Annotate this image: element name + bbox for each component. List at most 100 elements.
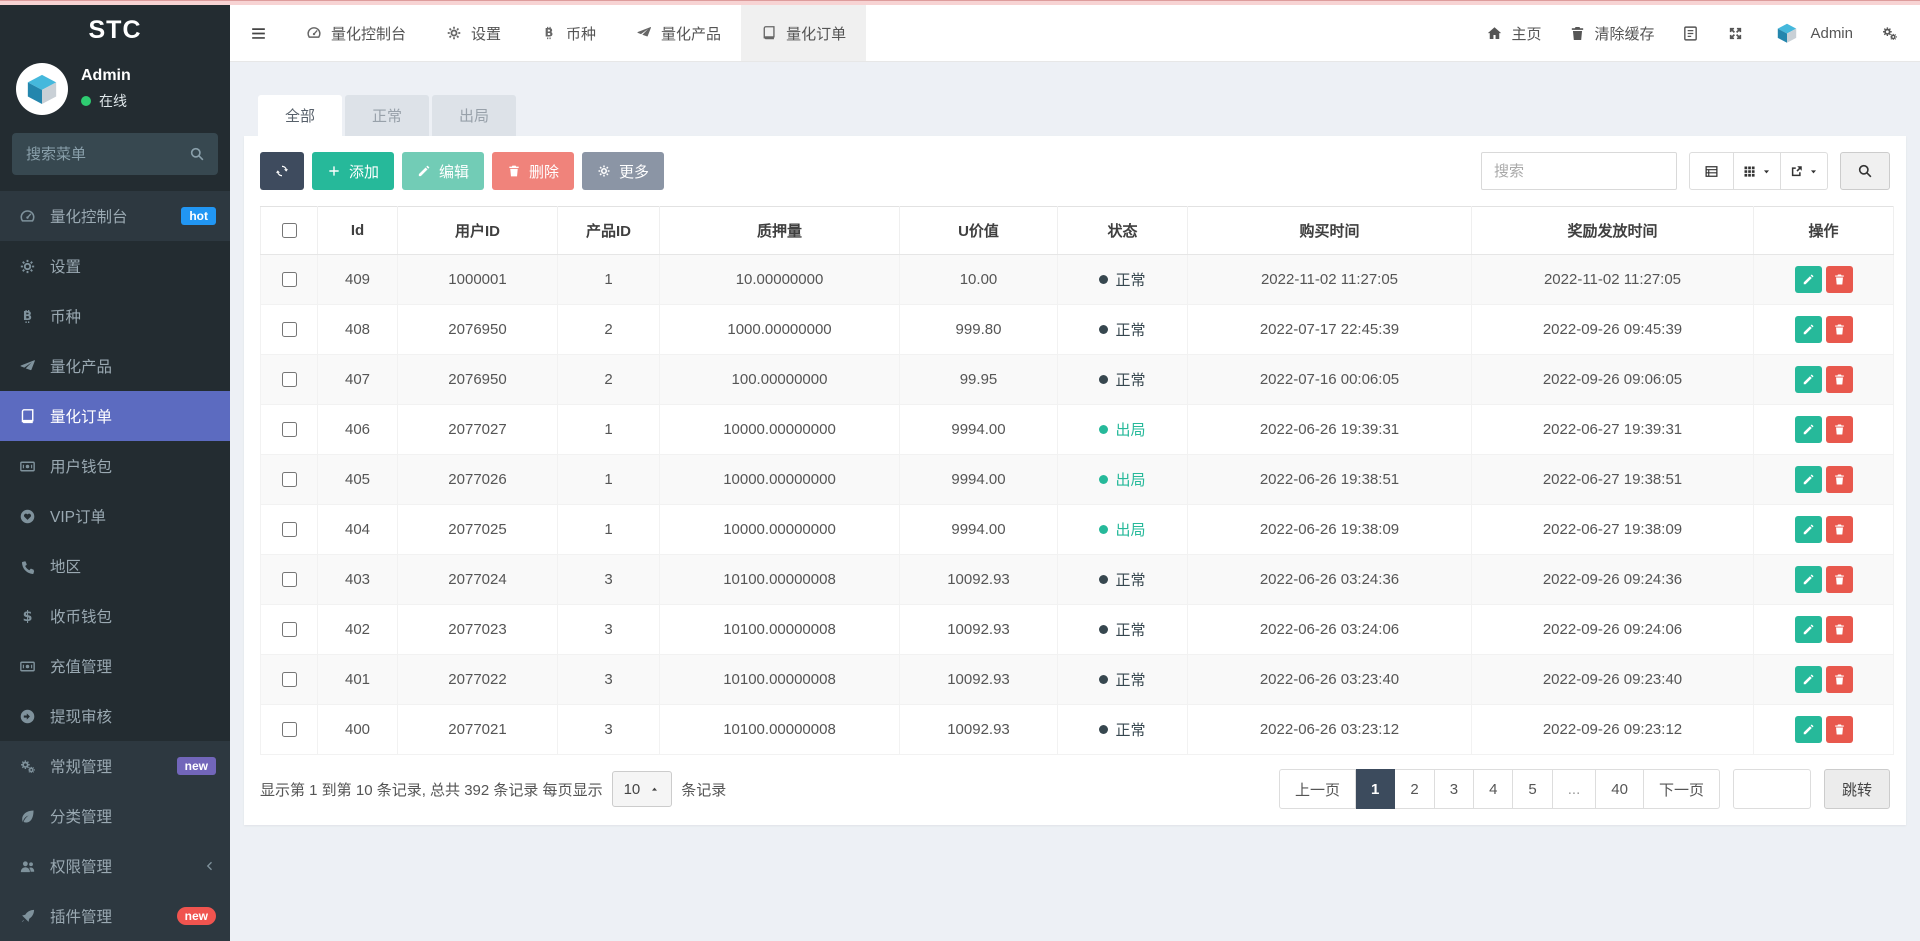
sidebar-item-category[interactable]: 分类管理 xyxy=(0,791,230,841)
nav-fullscreen[interactable] xyxy=(1713,5,1758,61)
columns-button[interactable] xyxy=(1734,152,1781,190)
page-item-1[interactable]: 1 xyxy=(1356,769,1396,809)
row-checkbox[interactable] xyxy=(282,621,297,637)
nav-clear-cache[interactable]: 清除缓存 xyxy=(1555,5,1668,61)
sidebar-item-user-wallet[interactable]: 用户钱包 xyxy=(0,441,230,491)
delete-row-button[interactable] xyxy=(1825,316,1853,343)
sidebar-item-label: 提现审核 xyxy=(50,709,113,726)
tab-settings[interactable]: 设置 xyxy=(426,5,521,61)
edit-row-button[interactable] xyxy=(1794,666,1822,693)
delete-row-button[interactable] xyxy=(1825,516,1853,543)
delete-row-button[interactable] xyxy=(1825,616,1853,643)
edit-row-button[interactable] xyxy=(1794,716,1822,743)
page-item-3[interactable]: 3 xyxy=(1434,769,1475,809)
edit-row-button[interactable] xyxy=(1794,366,1822,393)
caret-down-icon xyxy=(1761,166,1772,177)
cell-reward_time: 2022-06-27 19:39:31 xyxy=(1471,404,1754,455)
refresh-button[interactable] xyxy=(260,152,304,190)
user-name: Admin xyxy=(81,67,131,84)
filter-tab-1[interactable]: 正常 xyxy=(345,95,430,136)
page-size-select[interactable]: 10 xyxy=(611,771,673,807)
tab-coins[interactable]: 币种 xyxy=(521,5,616,61)
edit-row-button[interactable] xyxy=(1794,516,1822,543)
delete-row-button[interactable] xyxy=(1825,566,1853,593)
cell-u_value: 10092.93 xyxy=(899,604,1058,655)
sidebar-item-quant-console[interactable]: 量化控制台 hot xyxy=(0,191,230,241)
row-checkbox[interactable] xyxy=(282,321,297,337)
nav-home[interactable]: 主页 xyxy=(1472,5,1555,61)
sidebar-item-receive-wallet[interactable]: 收币钱包 xyxy=(0,591,230,641)
add-button[interactable]: 添加 xyxy=(312,152,395,190)
edit-row-button[interactable] xyxy=(1794,616,1822,643)
row-checkbox[interactable] xyxy=(282,371,297,387)
tab-quant-products[interactable]: 量化产品 xyxy=(616,5,741,61)
nav-settings[interactable] xyxy=(1867,5,1912,61)
cell-product_id: 1 xyxy=(557,254,660,305)
search-submit-button[interactable] xyxy=(1840,152,1890,190)
row-checkbox[interactable] xyxy=(282,521,297,537)
filter-tab-2[interactable]: 出局 xyxy=(432,95,517,136)
delete-row-button[interactable] xyxy=(1825,416,1853,443)
sidebar-item-recharge[interactable]: 充值管理 xyxy=(0,641,230,691)
detail-view-button[interactable] xyxy=(1689,152,1734,190)
page-item-2[interactable]: 2 xyxy=(1395,769,1435,809)
sidebar-item-withdraw-review[interactable]: 提现审核 xyxy=(0,691,230,741)
sidebar-item-quant-orders[interactable]: 量化订单 xyxy=(0,391,230,441)
delete-row-button[interactable] xyxy=(1825,666,1853,693)
sidebar-item-label: 充值管理 xyxy=(50,659,113,676)
column-header: 奖励发放时间 xyxy=(1471,206,1754,255)
delete-button[interactable]: 删除 xyxy=(492,152,575,190)
edit-row-button[interactable] xyxy=(1794,566,1822,593)
page-item-4[interactable]: 4 xyxy=(1474,769,1514,809)
edit-row-button[interactable] xyxy=(1794,466,1822,493)
row-checkbox[interactable] xyxy=(282,671,297,687)
edit-button[interactable]: 编辑 xyxy=(402,152,485,190)
row-checkbox[interactable] xyxy=(282,721,297,737)
trash-icon xyxy=(1833,273,1846,286)
export-button[interactable] xyxy=(1781,152,1828,190)
page-jump-button[interactable]: 跳转 xyxy=(1823,769,1890,809)
page-item-40[interactable]: 40 xyxy=(1596,769,1644,809)
row-checkbox[interactable] xyxy=(282,271,297,287)
nav-language[interactable] xyxy=(1668,5,1713,61)
page-jump-input[interactable] xyxy=(1732,769,1811,809)
delete-row-button[interactable] xyxy=(1825,716,1853,743)
sidebar-toggle-button[interactable] xyxy=(230,5,286,61)
table-search-input[interactable] xyxy=(1481,152,1677,190)
edit-row-button[interactable] xyxy=(1794,266,1822,293)
more-button[interactable]: 更多 xyxy=(582,152,665,190)
sidebar-item-regions[interactable]: 地区 xyxy=(0,541,230,591)
row-checkbox[interactable] xyxy=(282,421,297,437)
avatar[interactable] xyxy=(16,63,68,115)
sidebar-item-settings[interactable]: 设置 xyxy=(0,241,230,291)
filter-tab-0[interactable]: 全部 xyxy=(258,95,343,136)
sidebar-item-plugins[interactable]: 插件管理 new xyxy=(0,891,230,941)
page-item-5[interactable]: 5 xyxy=(1513,769,1553,809)
delete-row-button[interactable] xyxy=(1825,366,1853,393)
row-checkbox[interactable] xyxy=(282,571,297,587)
page-item-上一页[interactable]: 上一页 xyxy=(1279,769,1357,809)
tab-quant-orders[interactable]: 量化订单 xyxy=(741,5,867,61)
sidebar-item-vip-orders[interactable]: VIP订单 xyxy=(0,491,230,541)
tab-label: 量化产品 xyxy=(661,25,722,43)
cell-status: 出局 xyxy=(1057,404,1188,455)
book-icon xyxy=(761,25,777,41)
page-item-下一页[interactable]: 下一页 xyxy=(1643,769,1720,809)
sidebar-item-permissions[interactable]: 权限管理 xyxy=(0,841,230,891)
row-checkbox[interactable] xyxy=(282,471,297,487)
nav-user[interactable]: Admin xyxy=(1758,5,1867,61)
sidebar-item-quant-products[interactable]: 量化产品 xyxy=(0,341,230,391)
edit-row-button[interactable] xyxy=(1794,416,1822,443)
delete-row-button[interactable] xyxy=(1825,466,1853,493)
edit-row-button[interactable] xyxy=(1794,316,1822,343)
user-panel: Admin 在线 xyxy=(0,55,230,125)
menu-search-input[interactable] xyxy=(12,133,218,175)
sidebar-item-coins[interactable]: 币种 xyxy=(0,291,230,341)
select-all-checkbox[interactable] xyxy=(282,222,297,238)
delete-row-button[interactable] xyxy=(1825,266,1853,293)
status-label: 正常 xyxy=(1115,722,1146,739)
sidebar-badge: hot xyxy=(181,207,216,225)
tab-quant-console[interactable]: 量化控制台 xyxy=(286,5,426,61)
sidebar-item-general[interactable]: 常规管理 new xyxy=(0,741,230,791)
table-footer: 显示第 1 到第 10 条记录, 总共 392 条记录 每页显示 10 条记录 … xyxy=(260,769,1890,809)
